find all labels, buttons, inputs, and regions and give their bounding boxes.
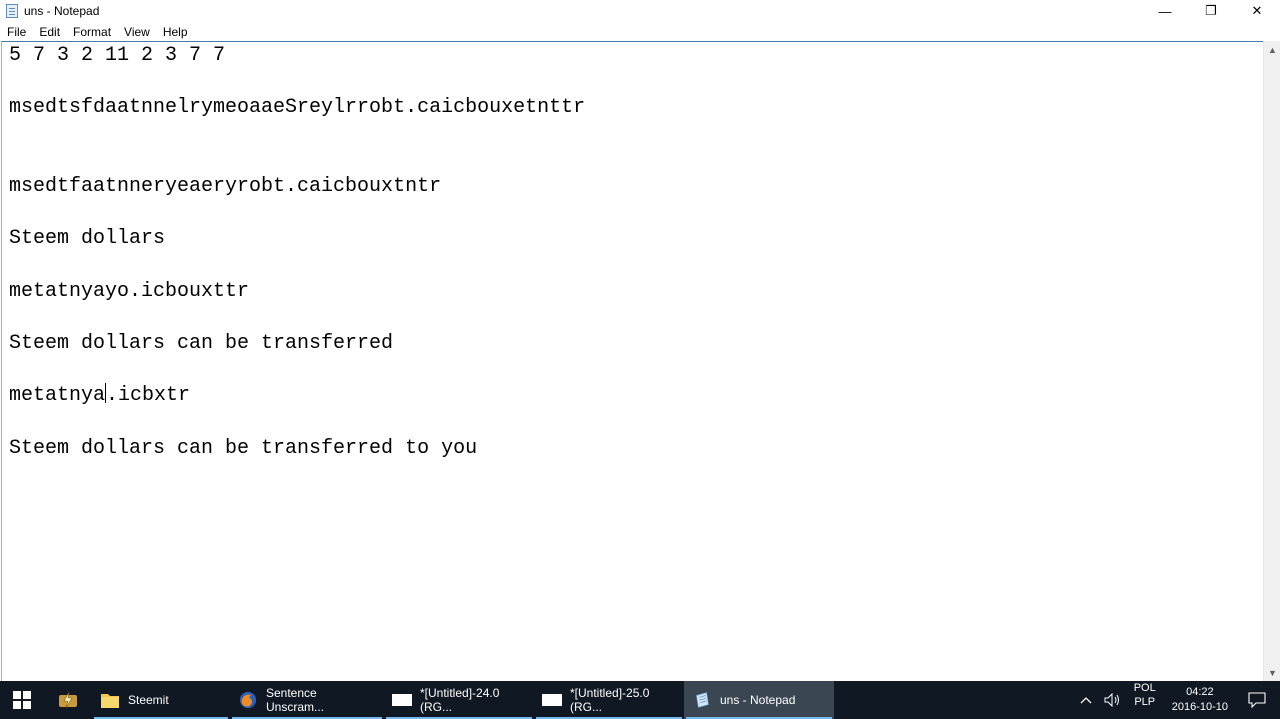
text-line (9, 69, 1263, 95)
minimize-button[interactable]: — (1142, 0, 1188, 22)
lightning-icon (59, 691, 77, 709)
menu-edit[interactable]: Edit (32, 25, 66, 39)
text-line: msedtfaatnneryeaeryrobt.caicbouxtntr (9, 174, 442, 198)
window-controls: — ❐ ✕ (1142, 0, 1280, 22)
task-label: uns - Notepad (720, 693, 796, 707)
text-line (9, 357, 1263, 383)
start-button[interactable] (0, 681, 44, 719)
taskbar-item-firefox[interactable]: Sentence Unscram... (230, 681, 384, 719)
text-line: Steem dollars can be transferred to you (9, 436, 478, 460)
task-label: *[Untitled]-24.0 (RG... (420, 686, 500, 714)
menu-file[interactable]: File (0, 25, 32, 39)
language-indicator[interactable]: POL PLP (1128, 681, 1162, 719)
taskbar-item-notepad[interactable]: uns - Notepad (684, 681, 834, 719)
clock-date: 2016-10-10 (1171, 701, 1228, 713)
clock[interactable]: 04:22 2016-10-10 (1162, 685, 1238, 715)
title-bar[interactable]: uns - Notepad — ❐ ✕ (0, 0, 1280, 22)
text-line (9, 148, 1263, 174)
scroll-down-icon[interactable]: ▼ (1264, 664, 1280, 681)
vertical-scrollbar[interactable]: ▲ ▼ (1263, 41, 1280, 681)
notepad-icon (696, 692, 709, 708)
task-label: Sentence Unscram... (266, 686, 325, 714)
task-label: *[Untitled]-25.0 (RG... (570, 686, 650, 714)
pinned-app-icon[interactable] (44, 681, 92, 719)
clock-time: 04:22 (1186, 686, 1214, 698)
text-line: metatnya.icbxtr (9, 383, 1263, 409)
scroll-up-icon[interactable]: ▲ (1264, 41, 1280, 58)
notification-icon[interactable] (1238, 681, 1280, 719)
image-editor-icon (392, 694, 412, 706)
notepad-icon (6, 4, 18, 18)
text-line (9, 122, 1263, 148)
text-after-caret: .icbxtr (106, 384, 191, 408)
taskbar-item-image-editor-24[interactable]: *[Untitled]-24.0 (RG... (384, 681, 534, 719)
menu-help[interactable]: Help (156, 25, 194, 39)
text-line: metatnyayo.icbouxttr (9, 279, 250, 303)
text-line: msedtsfdaatnnelrymeoaaeSreylrrobt.caicbo… (9, 96, 586, 120)
menu-format[interactable]: Format (66, 25, 117, 39)
window-title: uns - Notepad (24, 4, 100, 18)
taskbar-item-image-editor-25[interactable]: *[Untitled]-25.0 (RG... (534, 681, 684, 719)
text-line: Steem dollars can be transferred (9, 332, 394, 356)
text-line: Steem dollars (9, 227, 166, 251)
folder-icon (101, 694, 119, 708)
text-line (9, 410, 1263, 436)
close-button[interactable]: ✕ (1234, 0, 1280, 22)
image-editor-icon (542, 694, 562, 706)
editor-text[interactable]: 5 7 3 2 11 2 3 7 7 msedtsfdaatnnelrymeoaa… (9, 43, 1263, 462)
windows-logo-icon (13, 691, 31, 709)
text-before-caret: metatnya (9, 384, 106, 408)
text-line (9, 305, 1263, 331)
taskbar-item-steemit[interactable]: Steemit (92, 681, 230, 719)
menu-bar: File Edit Format View Help (0, 22, 1280, 42)
speaker-icon[interactable] (1098, 681, 1128, 719)
task-label: Steemit (128, 693, 169, 707)
text-editor[interactable]: 5 7 3 2 11 2 3 7 7 msedtsfdaatnnelrymeoaa… (1, 41, 1263, 681)
maximize-button[interactable]: ❐ (1188, 0, 1234, 22)
firefox-icon (239, 691, 257, 709)
chevron-up-icon[interactable] (1074, 681, 1098, 719)
system-tray: POL PLP 04:22 2016-10-10 (1074, 681, 1280, 719)
text-line: 5 7 3 2 11 2 3 7 7 (9, 44, 226, 67)
menu-view[interactable]: View (117, 25, 156, 39)
text-line (9, 253, 1263, 279)
text-line (9, 200, 1263, 226)
taskbar: Steemit Sentence Unscram... *[Untitled]-… (0, 681, 1280, 719)
